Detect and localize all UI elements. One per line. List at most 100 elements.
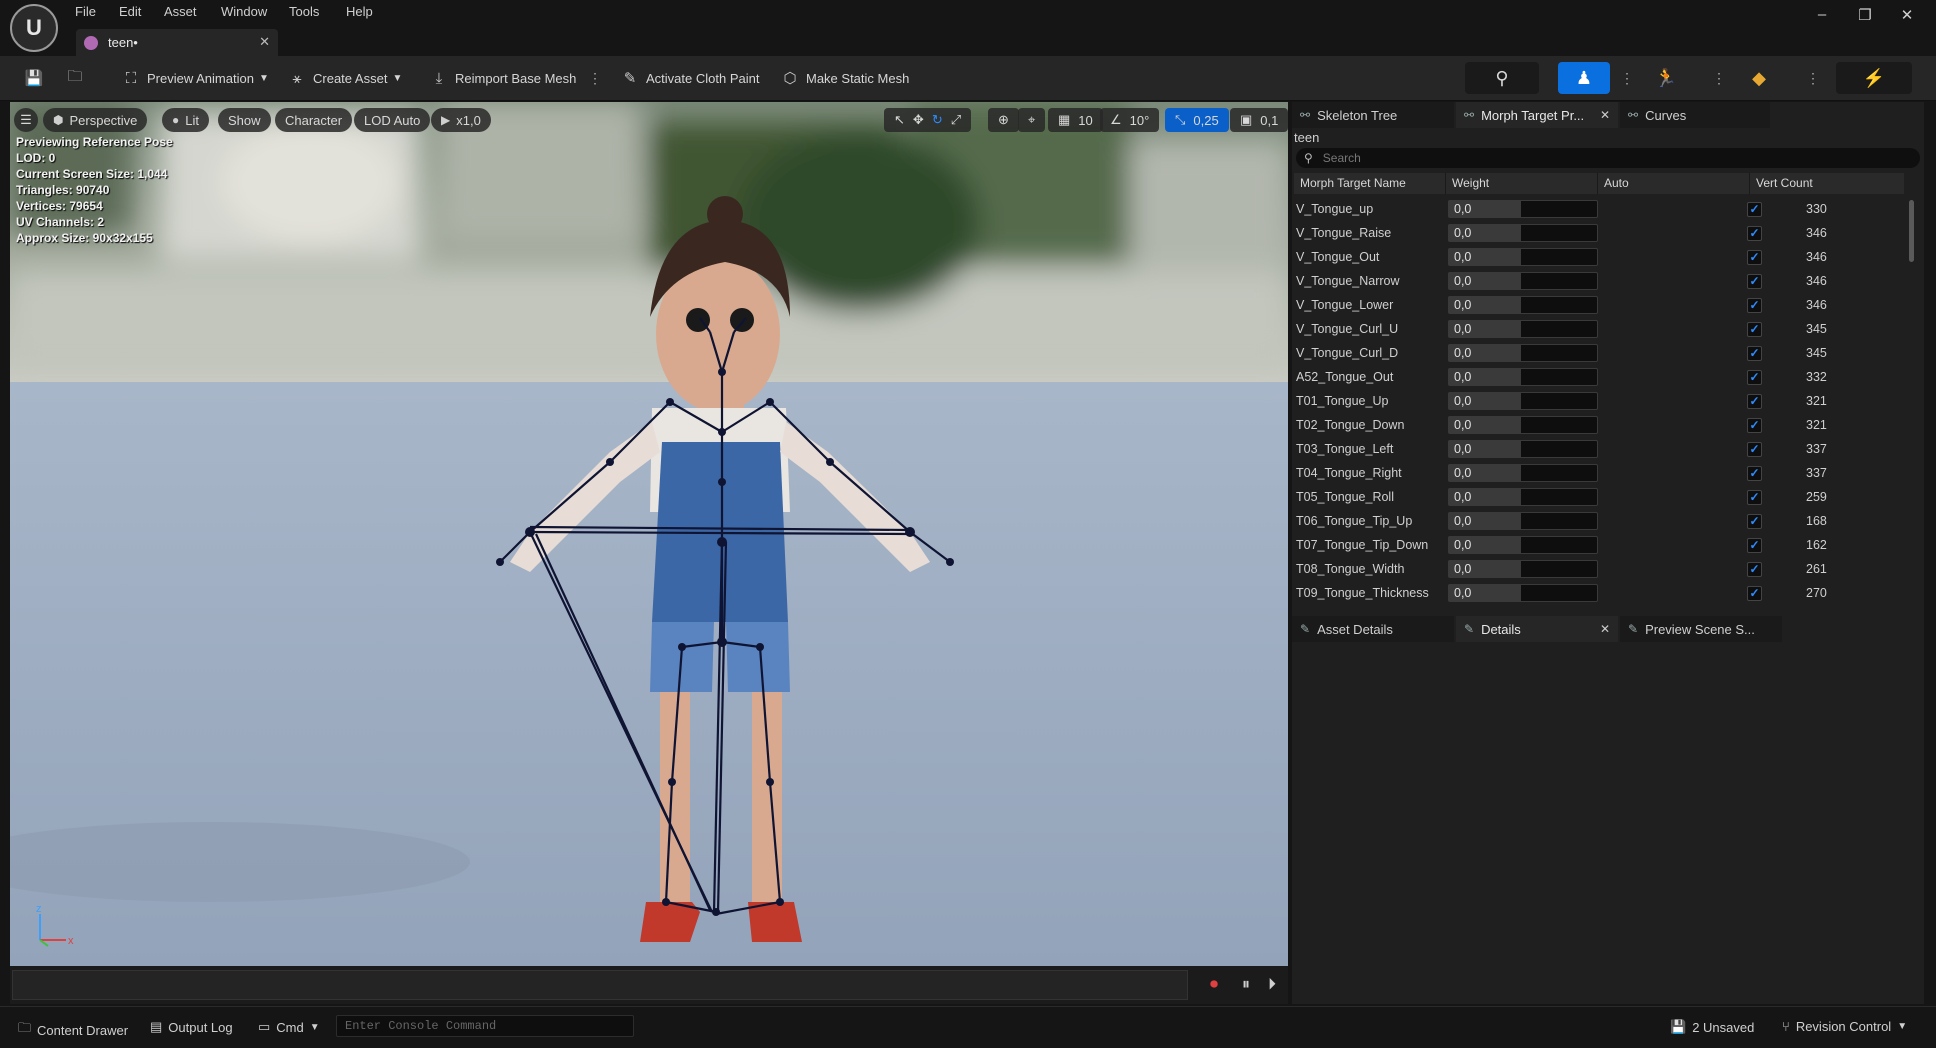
console-input[interactable]: Enter Console Command (336, 1015, 634, 1037)
auto-checkbox[interactable]: ✓ (1747, 249, 1762, 265)
close-window-button[interactable]: ✕ (1887, 6, 1927, 24)
weight-input[interactable]: 0,0 (1448, 296, 1598, 314)
auto-checkbox[interactable]: ✓ (1747, 345, 1762, 361)
weight-input[interactable]: 0,0 (1448, 320, 1598, 338)
tab-details[interactable]: ✎ Details ✕ (1456, 616, 1618, 642)
cmd-dropdown[interactable]: ▭ Cmd ▼ (258, 1019, 320, 1035)
step-forward-icon[interactable]: ⏵ (1268, 976, 1276, 994)
save-button[interactable]: 💾 (25, 66, 50, 90)
table-row[interactable]: V_Tongue_Raise 0,0 ✓ 346 (1294, 221, 1904, 245)
pause-icon[interactable]: ⏸ (1242, 976, 1250, 994)
preview-animation-button[interactable]: ⛶ Preview Animation ▼ (122, 66, 269, 90)
table-row[interactable]: T04_Tongue_Right 0,0 ✓ 337 (1294, 461, 1904, 485)
mesh-mode-button[interactable]: ♟ (1558, 62, 1610, 94)
auto-checkbox[interactable]: ✓ (1747, 585, 1762, 601)
reimport-base-mesh-button[interactable]: ⤓ Reimport Base Mesh (430, 66, 577, 90)
weight-input[interactable]: 0,0 (1448, 584, 1598, 602)
column-header-weight[interactable]: Weight (1446, 173, 1598, 194)
perspective-button[interactable]: ⬢ Perspective (43, 108, 148, 132)
close-tab-icon[interactable]: ✕ (1600, 622, 1610, 636)
auto-checkbox[interactable]: ✓ (1747, 513, 1762, 529)
activate-cloth-paint-button[interactable]: ✎ Activate Cloth Paint (621, 66, 760, 90)
tab-preview-scene-settings[interactable]: ✎ Preview Scene S... (1620, 616, 1782, 642)
mesh-mode-options-icon[interactable]: ⋮ (1620, 70, 1634, 86)
weight-input[interactable]: 0,0 (1448, 440, 1598, 458)
surface-snap-button[interactable]: ⌖ (1018, 108, 1046, 132)
reimport-options-icon[interactable]: ⋮ (588, 70, 602, 86)
scale-icon[interactable]: ⤢ (951, 112, 961, 128)
weight-input[interactable]: 0,0 (1448, 200, 1598, 218)
tab-curves[interactable]: ⚯ Curves (1620, 102, 1770, 128)
auto-checkbox[interactable]: ✓ (1747, 489, 1762, 505)
rotation-snap-button[interactable]: ∠ 10° (1100, 108, 1160, 132)
character-button[interactable]: Character (275, 108, 353, 132)
auto-checkbox[interactable]: ✓ (1747, 465, 1762, 481)
weight-input[interactable]: 0,0 (1448, 560, 1598, 578)
auto-checkbox[interactable]: ✓ (1747, 297, 1762, 313)
translate-icon[interactable]: ✥ (913, 112, 924, 128)
auto-checkbox[interactable]: ✓ (1747, 561, 1762, 577)
table-row[interactable]: V_Tongue_up 0,0 ✓ 330 (1294, 197, 1904, 221)
auto-checkbox[interactable]: ✓ (1747, 201, 1762, 217)
menu-file[interactable]: File (75, 4, 96, 19)
blueprint-mode-button[interactable]: ◆ (1733, 62, 1785, 94)
column-header-auto[interactable]: Auto (1598, 173, 1750, 194)
table-row[interactable]: V_Tongue_Curl_U 0,0 ✓ 345 (1294, 317, 1904, 341)
weight-input[interactable]: 0,0 (1448, 248, 1598, 266)
viewport[interactable]: ☰ ⬢ Perspective ● Lit Show Character LOD A… (10, 102, 1288, 966)
unsaved-button[interactable]: 💾 2 Unsaved (1670, 1019, 1754, 1035)
revision-control-button[interactable]: ⑂ Revision Control ▼ (1782, 1019, 1907, 1034)
make-static-mesh-button[interactable]: ⬡ Make Static Mesh (781, 66, 909, 90)
weight-input[interactable]: 0,0 (1448, 512, 1598, 530)
table-row[interactable]: V_Tongue_Narrow 0,0 ✓ 346 (1294, 269, 1904, 293)
menu-edit[interactable]: Edit (119, 4, 141, 19)
table-row[interactable]: T08_Tongue_Width 0,0 ✓ 261 (1294, 557, 1904, 581)
table-row[interactable]: T05_Tongue_Roll 0,0 ✓ 259 (1294, 485, 1904, 509)
scale-snap-button[interactable]: ⤡ 0,25 (1165, 108, 1229, 132)
record-icon[interactable]: ⏺ (1210, 976, 1218, 994)
weight-input[interactable]: 0,0 (1448, 344, 1598, 362)
auto-checkbox[interactable]: ✓ (1747, 321, 1762, 337)
animation-mode-button[interactable]: 🏃 (1640, 62, 1692, 94)
output-log-button[interactable]: ▤ Output Log (150, 1019, 233, 1035)
tab-asset-details[interactable]: ✎ Asset Details (1292, 616, 1454, 642)
physics-mode-button[interactable]: ⚡ (1836, 62, 1912, 94)
tab-skeleton-tree[interactable]: ⚯ Skeleton Tree (1292, 102, 1454, 128)
menu-help[interactable]: Help (346, 4, 373, 19)
minimize-button[interactable]: – (1802, 6, 1842, 23)
column-header-vert-count[interactable]: Vert Count (1750, 173, 1904, 194)
table-row[interactable]: T03_Tongue_Left 0,0 ✓ 337 (1294, 437, 1904, 461)
auto-checkbox[interactable]: ✓ (1747, 393, 1762, 409)
auto-checkbox[interactable]: ✓ (1747, 537, 1762, 553)
table-row[interactable]: T06_Tongue_Tip_Up 0,0 ✓ 168 (1294, 509, 1904, 533)
close-tab-icon[interactable]: ✕ (1600, 108, 1610, 122)
weight-input[interactable]: 0,0 (1448, 464, 1598, 482)
grid-snap-button[interactable]: ▦ 10 (1048, 108, 1103, 132)
tab-morph-target-preview[interactable]: ⚯ Morph Target Pr... ✕ (1456, 102, 1618, 128)
lod-button[interactable]: LOD Auto (354, 108, 431, 132)
viewport-options-button[interactable]: ☰ (14, 108, 38, 132)
rotate-icon[interactable]: ↻ (932, 112, 943, 128)
menu-tools[interactable]: Tools (289, 4, 319, 19)
table-row[interactable]: V_Tongue_Out 0,0 ✓ 346 (1294, 245, 1904, 269)
blueprint-mode-options-icon[interactable]: ⋮ (1806, 70, 1820, 86)
table-row[interactable]: V_Tongue_Lower 0,0 ✓ 346 (1294, 293, 1904, 317)
column-header-name[interactable]: Morph Target Name (1294, 173, 1446, 194)
select-icon[interactable]: ↖ (894, 112, 905, 128)
auto-checkbox[interactable]: ✓ (1747, 417, 1762, 433)
skeleton-mode-button[interactable]: ⚲ (1465, 62, 1539, 94)
weight-input[interactable]: 0,0 (1448, 392, 1598, 410)
table-row[interactable]: V_Tongue_Curl_D 0,0 ✓ 345 (1294, 341, 1904, 365)
table-row[interactable]: A52_Tongue_Out 0,0 ✓ 332 (1294, 365, 1904, 389)
menu-window[interactable]: Window (221, 4, 267, 19)
lit-button[interactable]: ● Lit (162, 108, 209, 132)
animation-mode-options-icon[interactable]: ⋮ (1712, 70, 1726, 86)
create-asset-button[interactable]: ⚹ Create Asset ▼ (288, 66, 402, 90)
menu-asset[interactable]: Asset (164, 4, 197, 19)
restore-button[interactable]: ❐ (1845, 6, 1885, 24)
weight-input[interactable]: 0,0 (1448, 368, 1598, 386)
table-row[interactable]: T01_Tongue_Up 0,0 ✓ 321 (1294, 389, 1904, 413)
timeline-scrubber[interactable] (12, 970, 1188, 1000)
morph-search-input[interactable]: ⚲ Search (1296, 148, 1920, 168)
morph-list-scrollbar[interactable] (1909, 200, 1914, 262)
